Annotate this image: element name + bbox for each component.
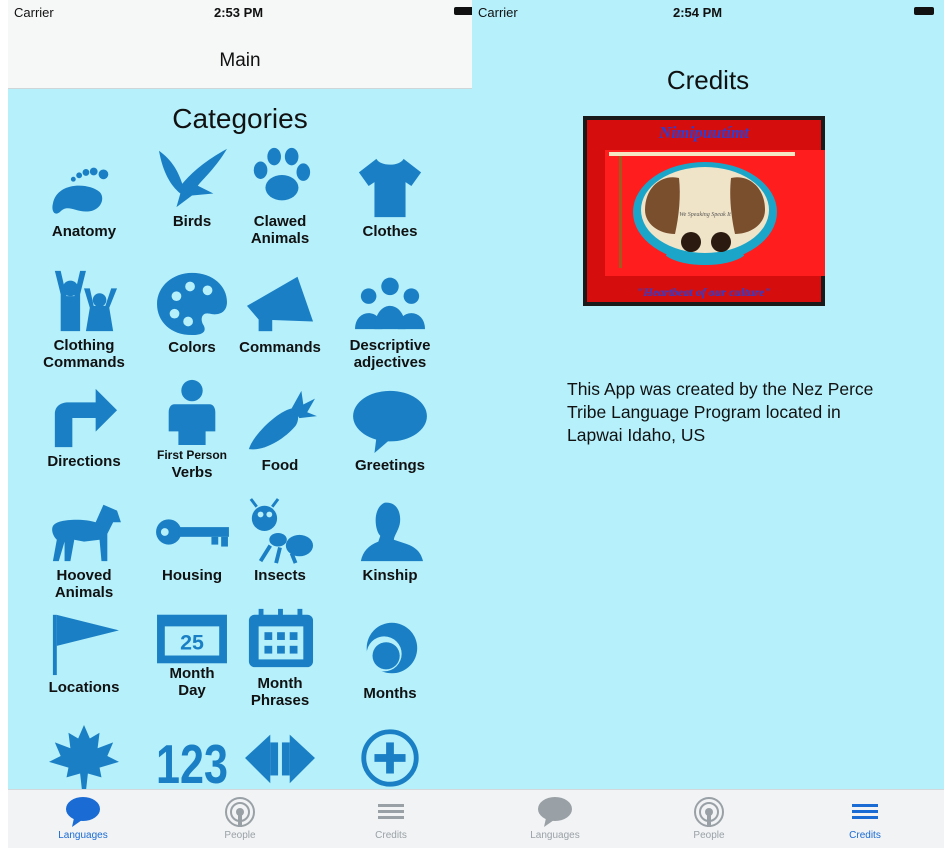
tab-languages[interactable]: Languages (480, 790, 630, 848)
carrier-label: Carrier (14, 5, 54, 20)
logo-inner-text: We Speaking Speak It (679, 212, 731, 218)
category-clothing-commands[interactable]: Clothing Commands (30, 259, 138, 377)
people-arms-up-icon (54, 270, 118, 332)
horse-icon (52, 504, 121, 562)
broadcast-icon (225, 797, 255, 827)
category-directions[interactable]: Directions (30, 375, 138, 493)
tab-bar: Languages People Credits (472, 789, 944, 848)
credits-screen: Carrier 2:54 PM Credits Nimipuutímt We S… (472, 0, 944, 848)
status-time: 2:54 PM (673, 5, 723, 20)
category-food[interactable]: Food (226, 379, 334, 497)
category-kinship[interactable]: Kinship (336, 489, 444, 607)
tab-credits[interactable]: Credits (316, 790, 466, 848)
foot-icon (52, 167, 109, 214)
carrier-label: Carrier (478, 5, 518, 20)
category-clawed-animals[interactable]: Clawed Animals (226, 135, 334, 253)
calendar-day-number: 25 (180, 631, 204, 655)
category-anatomy[interactable]: Anatomy (30, 145, 138, 263)
moon-icon (366, 622, 418, 674)
numbers-icon: 123 (156, 734, 228, 791)
logo-tagline: "Heartbeat of our culture" (637, 285, 771, 299)
carrot-icon (248, 390, 317, 450)
palette-icon (157, 272, 227, 336)
numbers-glyph: 123 (156, 734, 228, 791)
silhouette-icon (360, 502, 424, 562)
shirt-icon (358, 158, 422, 218)
categories-heading: Categories (172, 103, 308, 134)
group-icon (355, 277, 425, 330)
tab-credits[interactable]: Credits (790, 790, 940, 848)
paw-icon (253, 147, 311, 201)
plus-circle-icon (361, 729, 419, 787)
credits-heading: Credits (666, 65, 750, 95)
megaphone-icon (246, 276, 314, 332)
ant-icon (249, 498, 314, 564)
category-hooved-animals[interactable]: Hooved Animals (30, 489, 138, 607)
speech-bubble-icon (66, 797, 100, 827)
broadcast-icon (694, 797, 724, 827)
status-bar: Carrier 2:53 PM (8, 0, 472, 22)
person-icon (168, 379, 216, 445)
program-logo: Nimipuutímt We Speaking Speak It "Heartb… (583, 116, 825, 306)
tab-languages[interactable]: Languages (8, 790, 158, 848)
key-icon (156, 519, 229, 547)
category-grid: Anatomy Birds Clawed Animals Clothes Clo… (30, 145, 460, 791)
battery-icon (914, 7, 934, 15)
flag-icon (52, 614, 119, 676)
nav-title: Main (219, 50, 261, 71)
category-descriptive-adjectives[interactable]: Descriptive adjectives (336, 259, 444, 377)
status-time: 2:53 PM (214, 5, 264, 20)
lines-icon (852, 804, 878, 819)
logo-title: Nimipuutímt (658, 123, 750, 142)
category-insects[interactable]: Insects (226, 489, 334, 607)
status-bar: Carrier 2:54 PM (472, 0, 944, 22)
category-locations[interactable]: Locations (30, 601, 138, 719)
main-screen: Carrier 2:53 PM Main Categories Anatomy … (8, 0, 472, 848)
battery-icon (454, 7, 472, 15)
tab-people[interactable]: People (165, 790, 315, 848)
lines-icon (378, 804, 404, 819)
tab-people[interactable]: People (634, 790, 784, 848)
calendar-grid-icon (248, 608, 314, 668)
bird-icon (158, 148, 227, 208)
credits-description: This App was created by the Nez Perce Tr… (567, 379, 874, 445)
category-months[interactable]: Months (336, 607, 444, 725)
speech-bubble-icon (538, 797, 572, 827)
category-month-phrases[interactable]: Month Phrases (226, 597, 334, 715)
calendar-day-icon: 25 (157, 614, 227, 664)
category-greetings[interactable]: Greetings (336, 379, 444, 497)
tab-bar: Languages People Credits (8, 789, 472, 848)
category-commands[interactable]: Commands (226, 261, 334, 379)
category-clothes[interactable]: Clothes (336, 145, 444, 263)
nav-bar: Main (8, 22, 472, 89)
turn-arrow-icon (54, 388, 118, 448)
left-right-arrows-icon (245, 734, 315, 784)
speech-bubble-icon (353, 390, 427, 454)
maple-leaf-icon (49, 724, 119, 791)
